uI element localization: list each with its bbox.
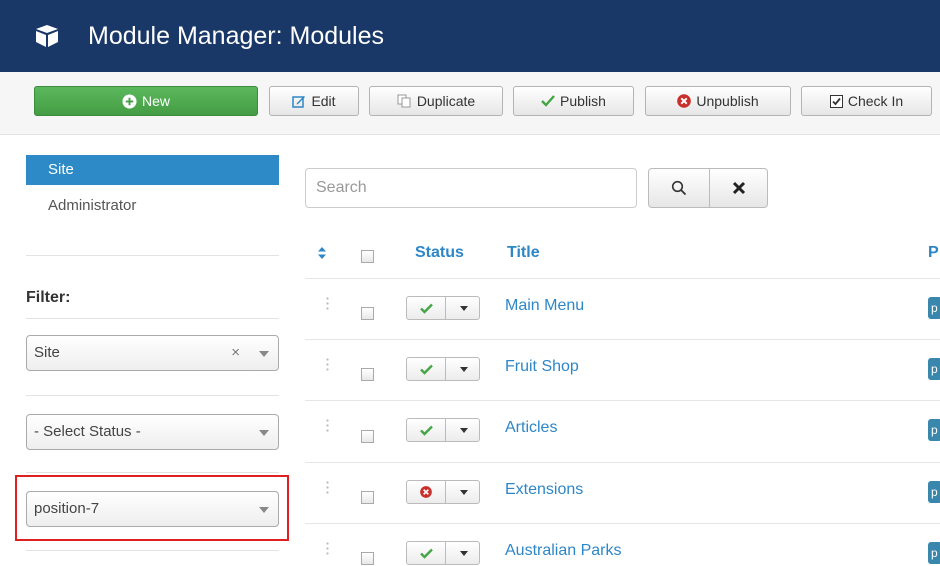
- sidebar-divider: [26, 318, 279, 319]
- module-title-link[interactable]: Extensions: [505, 481, 583, 499]
- drag-handle-icon[interactable]: [326, 480, 329, 496]
- unpublished-icon[interactable]: [407, 481, 446, 503]
- module-title-link[interactable]: Articles: [505, 419, 557, 437]
- position-badge: p: [928, 297, 940, 319]
- row-divider: [305, 278, 940, 279]
- status-filter-select[interactable]: - Select Status -: [26, 414, 279, 450]
- drag-handle-icon[interactable]: [326, 418, 329, 434]
- search-button[interactable]: [649, 169, 710, 207]
- client-filter-value: Site: [34, 344, 60, 361]
- row-checkbox[interactable]: [361, 307, 374, 320]
- search-input[interactable]: Search: [305, 168, 637, 208]
- select-all-checkbox[interactable]: [361, 250, 374, 263]
- caret-down-icon[interactable]: [460, 490, 468, 495]
- edit-button[interactable]: Edit: [269, 86, 359, 116]
- module-title-link[interactable]: Australian Parks: [505, 542, 622, 560]
- module-title-link[interactable]: Main Menu: [505, 297, 584, 315]
- position-badge: p: [928, 358, 940, 380]
- duplicate-button[interactable]: Duplicate: [369, 86, 503, 116]
- check-in-button-label: Check In: [847, 93, 904, 109]
- unpublish-button-label: Unpublish: [696, 93, 759, 109]
- highlight-box: [15, 475, 289, 541]
- new-button[interactable]: New: [34, 86, 258, 116]
- filter-heading: Filter:: [26, 289, 71, 306]
- row-checkbox[interactable]: [361, 368, 374, 381]
- new-button-label: New: [141, 93, 170, 109]
- cube-icon: [36, 25, 58, 47]
- drag-handle-icon[interactable]: [326, 296, 329, 312]
- clear-icon[interactable]: ×: [231, 336, 240, 370]
- row-checkbox[interactable]: [361, 430, 374, 443]
- title-column-header[interactable]: Title: [507, 244, 540, 262]
- published-check-icon[interactable]: [407, 542, 446, 564]
- published-check-icon[interactable]: [407, 358, 446, 380]
- drag-handle-icon[interactable]: [326, 357, 329, 373]
- row-divider: [305, 462, 940, 463]
- position-badge: p: [928, 542, 940, 564]
- client-filter-select[interactable]: Site ×: [26, 335, 279, 371]
- edit-button-label: Edit: [311, 93, 336, 109]
- clear-search-button[interactable]: [709, 169, 769, 207]
- checkbox-checked-icon: [829, 94, 843, 108]
- sort-icon[interactable]: [317, 246, 327, 260]
- status-toggle[interactable]: [406, 296, 480, 320]
- sidebar-divider: [26, 395, 279, 396]
- copy-icon: [397, 94, 411, 108]
- page-header: Module Manager: Modules: [0, 0, 940, 72]
- publish-button-label: Publish: [560, 93, 606, 109]
- row-divider: [305, 400, 940, 401]
- sidebar-divider: [26, 472, 279, 473]
- sidebar-item-administrator[interactable]: Administrator: [26, 194, 279, 218]
- edit-icon: [292, 96, 306, 108]
- published-check-icon[interactable]: [407, 419, 446, 441]
- status-filter-value: - Select Status -: [34, 423, 141, 440]
- status-toggle[interactable]: [406, 418, 480, 442]
- sidebar-divider: [26, 550, 279, 551]
- status-column-header[interactable]: Status: [415, 244, 464, 262]
- duplicate-button-label: Duplicate: [416, 93, 476, 109]
- toolbar: New Edit Duplicate Publish Unpublish Che…: [0, 72, 940, 135]
- drag-handle-icon[interactable]: [326, 541, 329, 557]
- sidebar-divider: [26, 255, 279, 256]
- sidebar-item-site[interactable]: Site: [26, 155, 279, 185]
- status-toggle[interactable]: [406, 357, 480, 381]
- published-check-icon[interactable]: [407, 297, 446, 319]
- position-badge: p: [928, 481, 940, 503]
- status-toggle[interactable]: [406, 541, 480, 565]
- caret-down-icon[interactable]: [460, 551, 468, 556]
- check-in-button[interactable]: Check In: [801, 86, 932, 116]
- chevron-down-icon: [259, 351, 269, 357]
- caret-down-icon[interactable]: [460, 306, 468, 311]
- unpublish-button[interactable]: Unpublish: [645, 86, 791, 116]
- search-icon: [671, 180, 687, 196]
- position-column-header[interactable]: P: [928, 244, 939, 262]
- module-title-link[interactable]: Fruit Shop: [505, 358, 579, 376]
- chevron-down-icon: [259, 430, 269, 436]
- row-divider: [305, 339, 940, 340]
- close-icon: [732, 181, 746, 195]
- row-checkbox[interactable]: [361, 552, 374, 565]
- page-title: Module Manager: Modules: [88, 22, 384, 50]
- publish-button[interactable]: Publish: [513, 86, 634, 116]
- status-toggle[interactable]: [406, 480, 480, 504]
- caret-down-icon[interactable]: [460, 428, 468, 433]
- row-checkbox[interactable]: [361, 491, 374, 504]
- plus-circle-icon: [122, 93, 137, 109]
- check-icon: [541, 95, 555, 107]
- search-button-group: [648, 168, 768, 208]
- unpublish-icon: [677, 94, 692, 108]
- row-divider: [305, 523, 940, 524]
- position-badge: p: [928, 419, 940, 441]
- caret-down-icon[interactable]: [460, 367, 468, 372]
